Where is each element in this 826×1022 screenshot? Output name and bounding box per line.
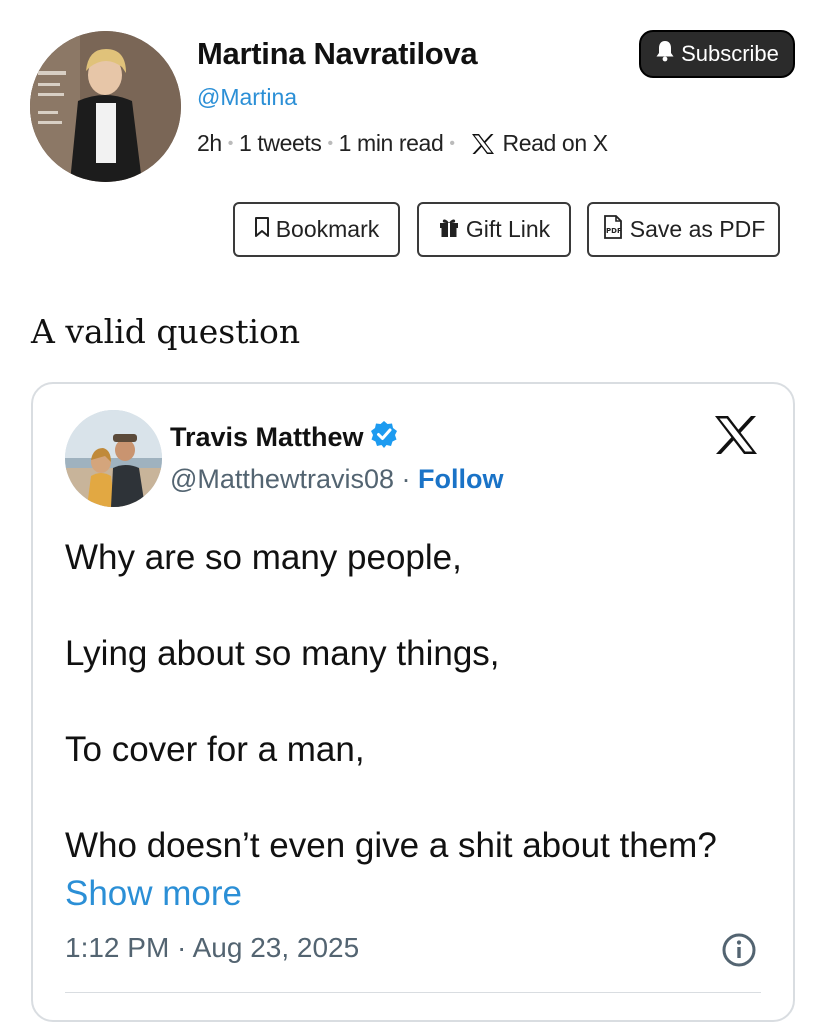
show-more-link[interactable]: Show more <box>65 874 242 913</box>
read-time: 1 min read <box>338 130 444 156</box>
tweet-author-avatar[interactable] <box>65 410 162 507</box>
bookmark-icon <box>254 216 270 244</box>
bell-icon <box>655 40 675 68</box>
x-logo-icon[interactable] <box>713 414 759 461</box>
gift-icon <box>438 216 460 244</box>
pdf-icon: PDF <box>602 214 624 245</box>
author-avatar-image <box>30 31 181 182</box>
save-pdf-button[interactable]: PDF Save as PDF <box>587 202 780 257</box>
tweet-body: Why are so many people, Lying about so m… <box>65 534 765 918</box>
post-meta: 2h • 1 tweets • 1 min read • Read on X <box>197 130 608 157</box>
x-logo-icon <box>471 133 495 155</box>
bookmark-button[interactable]: Bookmark <box>233 202 400 257</box>
author-avatar[interactable] <box>30 31 181 182</box>
gift-link-label: Gift Link <box>465 216 551 242</box>
tweet-author-handle[interactable]: @Matthewtravis08 <box>170 464 394 494</box>
tweet-author-name-text: Travis Matthew <box>170 422 364 452</box>
tweet-author-name[interactable]: Travis Matthew <box>170 420 398 455</box>
tweet-divider <box>65 992 761 993</box>
tweet-count: 1 tweets <box>239 130 322 156</box>
post-age: 2h <box>197 130 222 156</box>
tweet-timestamp[interactable]: 1:12 PM · Aug 23, 2025 <box>65 932 359 964</box>
follow-link[interactable]: Follow <box>418 464 503 494</box>
verified-badge-icon <box>370 420 398 455</box>
author-handle[interactable]: @Martina <box>197 84 297 111</box>
read-on-x-link[interactable]: Read on X <box>503 130 608 157</box>
handle-separator: · <box>401 464 411 494</box>
save-pdf-label: Save as PDF <box>629 216 766 242</box>
tweet-line: To cover for a man, <box>65 730 365 769</box>
tweet-avatar-image <box>65 410 162 507</box>
subscribe-label: Subscribe <box>681 41 779 66</box>
tweet-author-handle-row: @Matthewtravis08 · Follow <box>170 464 504 495</box>
tweet-line: Who doesn’t even give a shit about them? <box>65 826 717 865</box>
tweet-line: Why are so many people, <box>65 538 462 577</box>
info-icon[interactable] <box>721 932 757 973</box>
post-text: A valid question <box>31 312 301 351</box>
gift-link-button[interactable]: Gift Link <box>417 202 571 257</box>
tweet-last-line: Who doesn’t even give a shit about them?… <box>65 822 765 918</box>
bookmark-label: Bookmark <box>275 216 380 242</box>
meta-separator: • <box>227 134 234 152</box>
embedded-tweet-card[interactable]: Travis Matthew @Matthewtravis08 · Follow… <box>31 382 795 1022</box>
meta-separator: • <box>449 134 455 152</box>
svg-text:PDF: PDF <box>606 227 622 235</box>
author-name[interactable]: Martina Navratilova <box>197 36 478 72</box>
tweet-line: Lying about so many things, <box>65 634 500 673</box>
subscribe-button[interactable]: Subscribe <box>639 30 795 78</box>
meta-separator: • <box>327 134 333 152</box>
